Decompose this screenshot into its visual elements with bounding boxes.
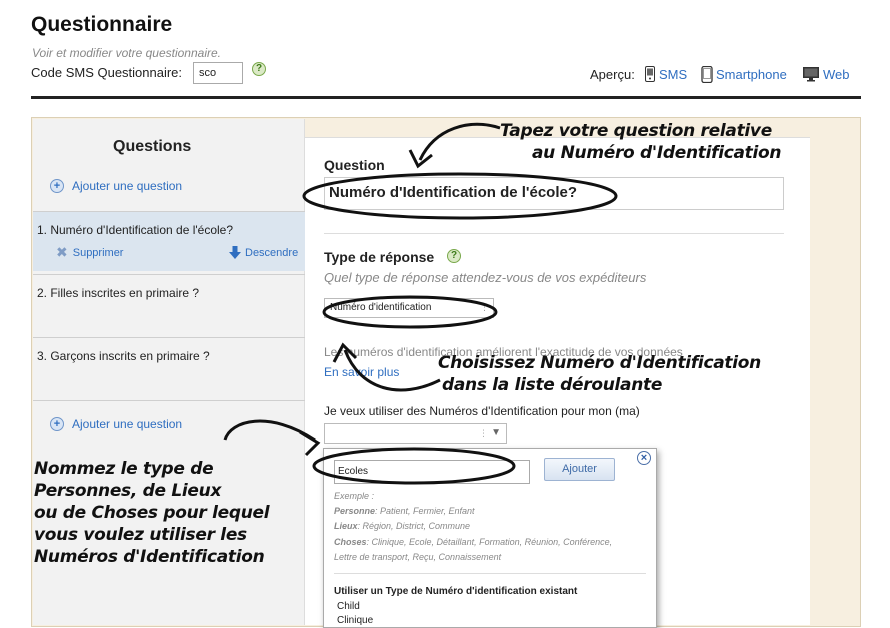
dropdown-handle-icon: ⋮ bbox=[479, 428, 488, 438]
preview-web-label: Web bbox=[823, 66, 850, 82]
close-icon[interactable]: × bbox=[637, 451, 651, 465]
preview-smartphone-label: Smartphone bbox=[716, 67, 787, 82]
example-line: Lieux: Région, District, Commune bbox=[334, 521, 471, 531]
question-item-1[interactable]: 1. Numéro d'Identification de l'école? bbox=[33, 211, 305, 271]
preview-web-link[interactable]: Web bbox=[802, 66, 850, 82]
question-item-label: 3. Garçons inscrits en primaire ? bbox=[37, 349, 210, 363]
learn-more-link[interactable]: En savoir plus bbox=[324, 365, 399, 379]
phone-icon bbox=[645, 66, 655, 82]
popup-divider bbox=[334, 573, 646, 574]
move-down-button[interactable]: Descendre bbox=[229, 246, 298, 259]
existing-type-item[interactable]: Clinique bbox=[337, 615, 373, 626]
preview-smartphone-link[interactable]: Smartphone bbox=[701, 66, 787, 83]
sms-code-label: Code SMS Questionnaire: bbox=[31, 65, 183, 80]
response-type-hint: Quel type de réponse attendez-vous de vo… bbox=[324, 270, 647, 285]
help-icon[interactable]: ? bbox=[447, 249, 461, 263]
response-type-value: Numéro d'identification bbox=[330, 302, 432, 313]
add-question-label: Ajouter une question bbox=[72, 417, 183, 431]
move-down-label: Descendre bbox=[245, 246, 299, 259]
question-item-2[interactable]: 2. Filles inscrites en primaire ? bbox=[33, 274, 305, 336]
question-item-label: 2. Filles inscrites en primaire ? bbox=[37, 286, 200, 300]
add-button[interactable]: Ajouter bbox=[544, 458, 615, 481]
annotation-text-top: Tapez votre question relative au Numéro … bbox=[500, 121, 782, 163]
preview-sms-link[interactable]: SMS bbox=[644, 66, 687, 82]
response-type-label: Type de réponse bbox=[324, 249, 435, 265]
use-ids-label: Je veux utiliser des Numéros d'Identific… bbox=[324, 404, 640, 418]
example-line: Choses: Clinique, Ecole, Détaillant, For… bbox=[334, 537, 613, 547]
id-type-select[interactable]: ⋮ ▼ bbox=[324, 423, 507, 444]
new-id-type-input[interactable]: Ecoles bbox=[334, 460, 530, 484]
smartphone-icon bbox=[701, 66, 713, 83]
existing-types-title: Utiliser un Type de Numéro d'identificat… bbox=[334, 586, 578, 597]
add-question-link-bottom[interactable]: + Ajouter une question bbox=[50, 417, 182, 431]
add-question-link-top[interactable]: + Ajouter une question bbox=[50, 179, 182, 193]
response-type-select[interactable]: Numéro d'identification ⋮ bbox=[324, 298, 494, 318]
dropdown-handle-icon: ⋮ bbox=[480, 302, 489, 312]
section-divider bbox=[324, 233, 784, 234]
example-title: Exemple : bbox=[334, 491, 375, 501]
chevron-down-icon: ▼ bbox=[491, 427, 501, 438]
annotation-text-middle: Choisissez Numéro d'Identification dans … bbox=[438, 353, 761, 395]
delete-question-button[interactable]: ✖ Supprimer bbox=[56, 244, 123, 261]
questions-title: Questions bbox=[113, 138, 192, 155]
question-item-3[interactable]: 3. Garçons inscrits en primaire ? bbox=[33, 337, 305, 399]
header-divider bbox=[31, 96, 861, 99]
question-input[interactable]: Numéro d'Identification de l'école? bbox=[324, 177, 784, 210]
help-icon[interactable]: ? bbox=[252, 62, 266, 76]
question-label: Question bbox=[324, 157, 385, 173]
example-line: Lettre de transport, Reçu, Connaissement bbox=[334, 552, 502, 562]
sms-code-input[interactable]: sco bbox=[193, 62, 243, 84]
question-item-label: 1. Numéro d'Identification de l'école? bbox=[37, 223, 234, 237]
example-line: Personne: Patient, Fermier, Enfant bbox=[334, 506, 475, 516]
sidebar-divider bbox=[33, 400, 305, 401]
annotation-text-left: Nommez le type de Personnes, de Lieux ou… bbox=[34, 459, 270, 567]
preview-label: Aperçu: bbox=[590, 67, 635, 82]
delete-label: Supprimer bbox=[72, 246, 124, 259]
plus-icon: + bbox=[50, 417, 64, 431]
page-title: Questionnaire bbox=[31, 13, 173, 36]
arrow-down-icon bbox=[229, 246, 241, 259]
monitor-icon bbox=[803, 67, 819, 82]
preview-sms-label: SMS bbox=[659, 66, 688, 82]
existing-type-item[interactable]: Child bbox=[337, 601, 360, 612]
plus-icon: + bbox=[50, 179, 64, 193]
page-subtitle: Voir et modifier votre questionnaire. bbox=[32, 46, 221, 60]
close-icon: ✖ bbox=[56, 244, 68, 260]
add-question-label: Ajouter une question bbox=[72, 179, 183, 193]
